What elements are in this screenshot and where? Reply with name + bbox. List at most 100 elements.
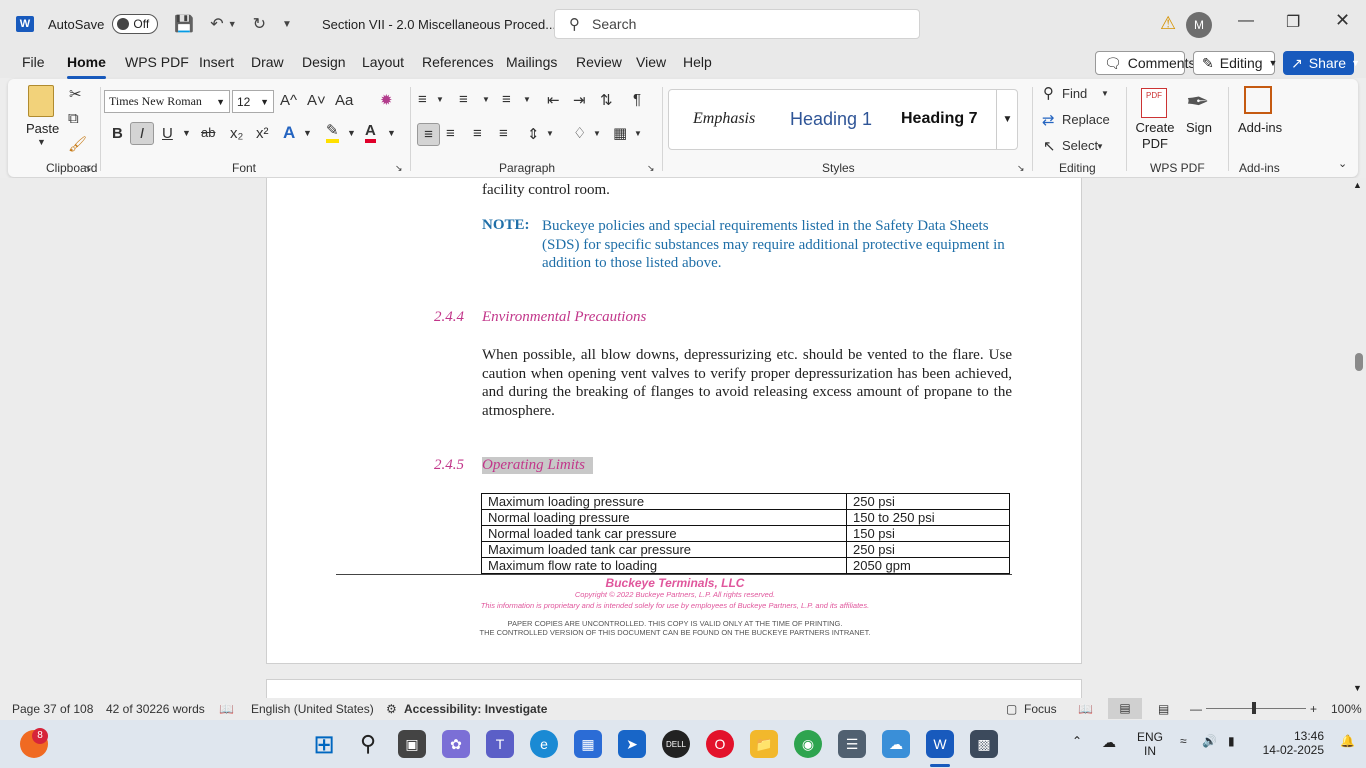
power-automate-icon[interactable]: ➤: [618, 730, 646, 758]
dialog-launcher-icon[interactable]: ↘: [84, 163, 92, 174]
app-icon[interactable]: ☰: [838, 730, 866, 758]
create-pdf-icon[interactable]: PDF: [1141, 88, 1167, 118]
font-color-dropdown-icon[interactable]: ▼: [387, 128, 396, 138]
vertical-scrollbar[interactable]: ▲ ▼: [1350, 178, 1366, 698]
numbering-dropdown-icon[interactable]: ▼: [482, 95, 490, 104]
change-case-icon[interactable]: Aa: [335, 92, 353, 109]
zoom-out-icon[interactable]: —: [1190, 702, 1202, 716]
cut-icon[interactable]: ✂: [69, 85, 82, 103]
store-icon[interactable]: ▦: [574, 730, 602, 758]
show-formatting-icon[interactable]: ¶: [633, 91, 641, 108]
copilot-icon[interactable]: ✿: [442, 730, 470, 758]
paste-dropdown-icon[interactable]: ▼: [37, 137, 46, 147]
minimize-icon[interactable]: —: [1238, 12, 1254, 30]
font-name-dropdown[interactable]: Times New Roman ▼: [104, 90, 230, 113]
select-dropdown-icon[interactable]: ▼: [1096, 142, 1104, 151]
autosave-toggle[interactable]: Off: [112, 14, 159, 34]
tab-file[interactable]: File: [22, 54, 45, 70]
search-icon[interactable]: ⚲: [354, 730, 382, 758]
format-painter-icon[interactable]: 🖌: [68, 135, 87, 153]
find-dropdown-icon[interactable]: ▼: [1101, 89, 1109, 98]
shrink-font-icon[interactable]: A˅: [307, 92, 326, 109]
accessibility-icon[interactable]: ⚙: [386, 702, 397, 716]
chevron-up-icon[interactable]: ⌃: [1072, 734, 1082, 748]
bullets-dropdown-icon[interactable]: ▼: [436, 95, 444, 104]
save-icon[interactable]: 💾: [174, 14, 194, 34]
highlight-dropdown-icon[interactable]: ▼: [347, 128, 356, 138]
word-taskbar-icon[interactable]: W: [926, 730, 954, 758]
find-button[interactable]: Find: [1062, 86, 1087, 101]
font-size-dropdown[interactable]: 12 ▼: [232, 90, 274, 113]
undo-dropdown-icon[interactable]: ▼: [228, 19, 237, 29]
tab-references[interactable]: References: [422, 54, 494, 70]
dialog-launcher-icon[interactable]: ↘: [395, 163, 403, 174]
document-page[interactable]: facility control room. NOTE: Buckeye pol…: [266, 178, 1082, 664]
chrome-icon[interactable]: ◉: [794, 730, 822, 758]
tab-view[interactable]: View: [636, 54, 666, 70]
find-icon[interactable]: ⚲: [1043, 84, 1054, 102]
clock[interactable]: 13:46 14-02-2025: [1262, 729, 1324, 757]
sign-icon[interactable]: ✒: [1186, 85, 1209, 118]
highlight-icon[interactable]: ✎: [326, 123, 339, 143]
customize-qat-icon[interactable]: ▼: [282, 19, 292, 30]
tab-wps-pdf[interactable]: WPS PDF: [125, 54, 189, 70]
add-ins-button[interactable]: Add-ins: [1238, 120, 1282, 135]
avatar[interactable]: M: [1186, 12, 1212, 38]
clear-formatting-icon[interactable]: ✹: [380, 91, 393, 109]
zoom-level[interactable]: 100%: [1331, 702, 1362, 716]
style-heading-1[interactable]: Heading 1: [790, 109, 872, 130]
select-button[interactable]: Select: [1062, 138, 1098, 153]
battery-icon[interactable]: ▮: [1228, 734, 1235, 748]
dialog-launcher-icon[interactable]: ↘: [647, 163, 655, 174]
zoom-slider-thumb[interactable]: [1252, 702, 1256, 714]
notifications-icon[interactable]: 🔔: [1340, 734, 1355, 748]
multilevel-dropdown-icon[interactable]: ▼: [523, 95, 531, 104]
collapse-ribbon-icon[interactable]: ⌄: [1338, 157, 1347, 170]
tab-help[interactable]: Help: [683, 54, 712, 70]
comments-button[interactable]: 🗨 Comments: [1095, 51, 1195, 75]
subscript-button[interactable]: x₂: [230, 125, 243, 142]
print-layout-icon[interactable]: ▤: [1108, 698, 1142, 719]
restore-icon[interactable]: ❐: [1286, 12, 1300, 32]
sign-button[interactable]: Sign: [1186, 120, 1212, 135]
align-right-icon[interactable]: ≡: [473, 125, 482, 142]
share-button[interactable]: ↗ Share ▼: [1283, 51, 1360, 75]
styles-more-icon[interactable]: ▼: [996, 90, 1018, 149]
warning-icon[interactable]: ⚠: [1160, 13, 1176, 34]
scroll-thumb[interactable]: [1355, 353, 1363, 371]
focus-button[interactable]: Focus: [1024, 702, 1057, 716]
tab-design[interactable]: Design: [302, 54, 346, 70]
increase-indent-icon[interactable]: ⇥: [573, 91, 586, 109]
bold-button[interactable]: B: [112, 125, 123, 142]
multilevel-list-icon[interactable]: ≡: [502, 91, 511, 108]
add-ins-icon[interactable]: [1244, 86, 1272, 114]
decrease-indent-icon[interactable]: ⇤: [547, 91, 560, 109]
search-input[interactable]: ⚲ Search: [554, 9, 920, 39]
zoom-in-icon[interactable]: +: [1310, 702, 1317, 716]
borders-icon[interactable]: ▦: [613, 124, 627, 142]
file-explorer-icon[interactable]: 📁: [750, 730, 778, 758]
shading-dropdown-icon[interactable]: ▼: [593, 129, 601, 138]
numbering-icon[interactable]: ≡: [459, 91, 468, 108]
line-spacing-icon[interactable]: ⇕: [527, 125, 540, 143]
line-spacing-dropdown-icon[interactable]: ▼: [546, 129, 554, 138]
borders-dropdown-icon[interactable]: ▼: [634, 129, 642, 138]
strikethrough-button[interactable]: ab: [201, 125, 215, 140]
start-icon[interactable]: ⊞: [310, 729, 338, 759]
superscript-button[interactable]: x²: [256, 125, 269, 142]
justify-icon[interactable]: ≡: [499, 125, 508, 142]
tab-insert[interactable]: Insert: [199, 54, 234, 70]
paste-icon[interactable]: [28, 85, 54, 117]
tab-review[interactable]: Review: [576, 54, 622, 70]
create-pdf-button[interactable]: Create PDF: [1134, 120, 1176, 152]
opera-icon[interactable]: O: [706, 730, 734, 758]
scroll-up-icon[interactable]: ▲: [1353, 180, 1362, 190]
network-status-icon[interactable]: ☁: [1102, 734, 1116, 751]
focus-icon[interactable]: ▢: [1006, 702, 1017, 716]
shading-icon[interactable]: ♢: [573, 124, 586, 142]
zoom-slider[interactable]: [1206, 708, 1306, 709]
underline-dropdown-icon[interactable]: ▼: [182, 128, 191, 138]
underline-button[interactable]: U: [162, 125, 173, 142]
text-effects-icon[interactable]: A: [283, 123, 295, 143]
tab-mailings[interactable]: Mailings: [506, 54, 557, 70]
